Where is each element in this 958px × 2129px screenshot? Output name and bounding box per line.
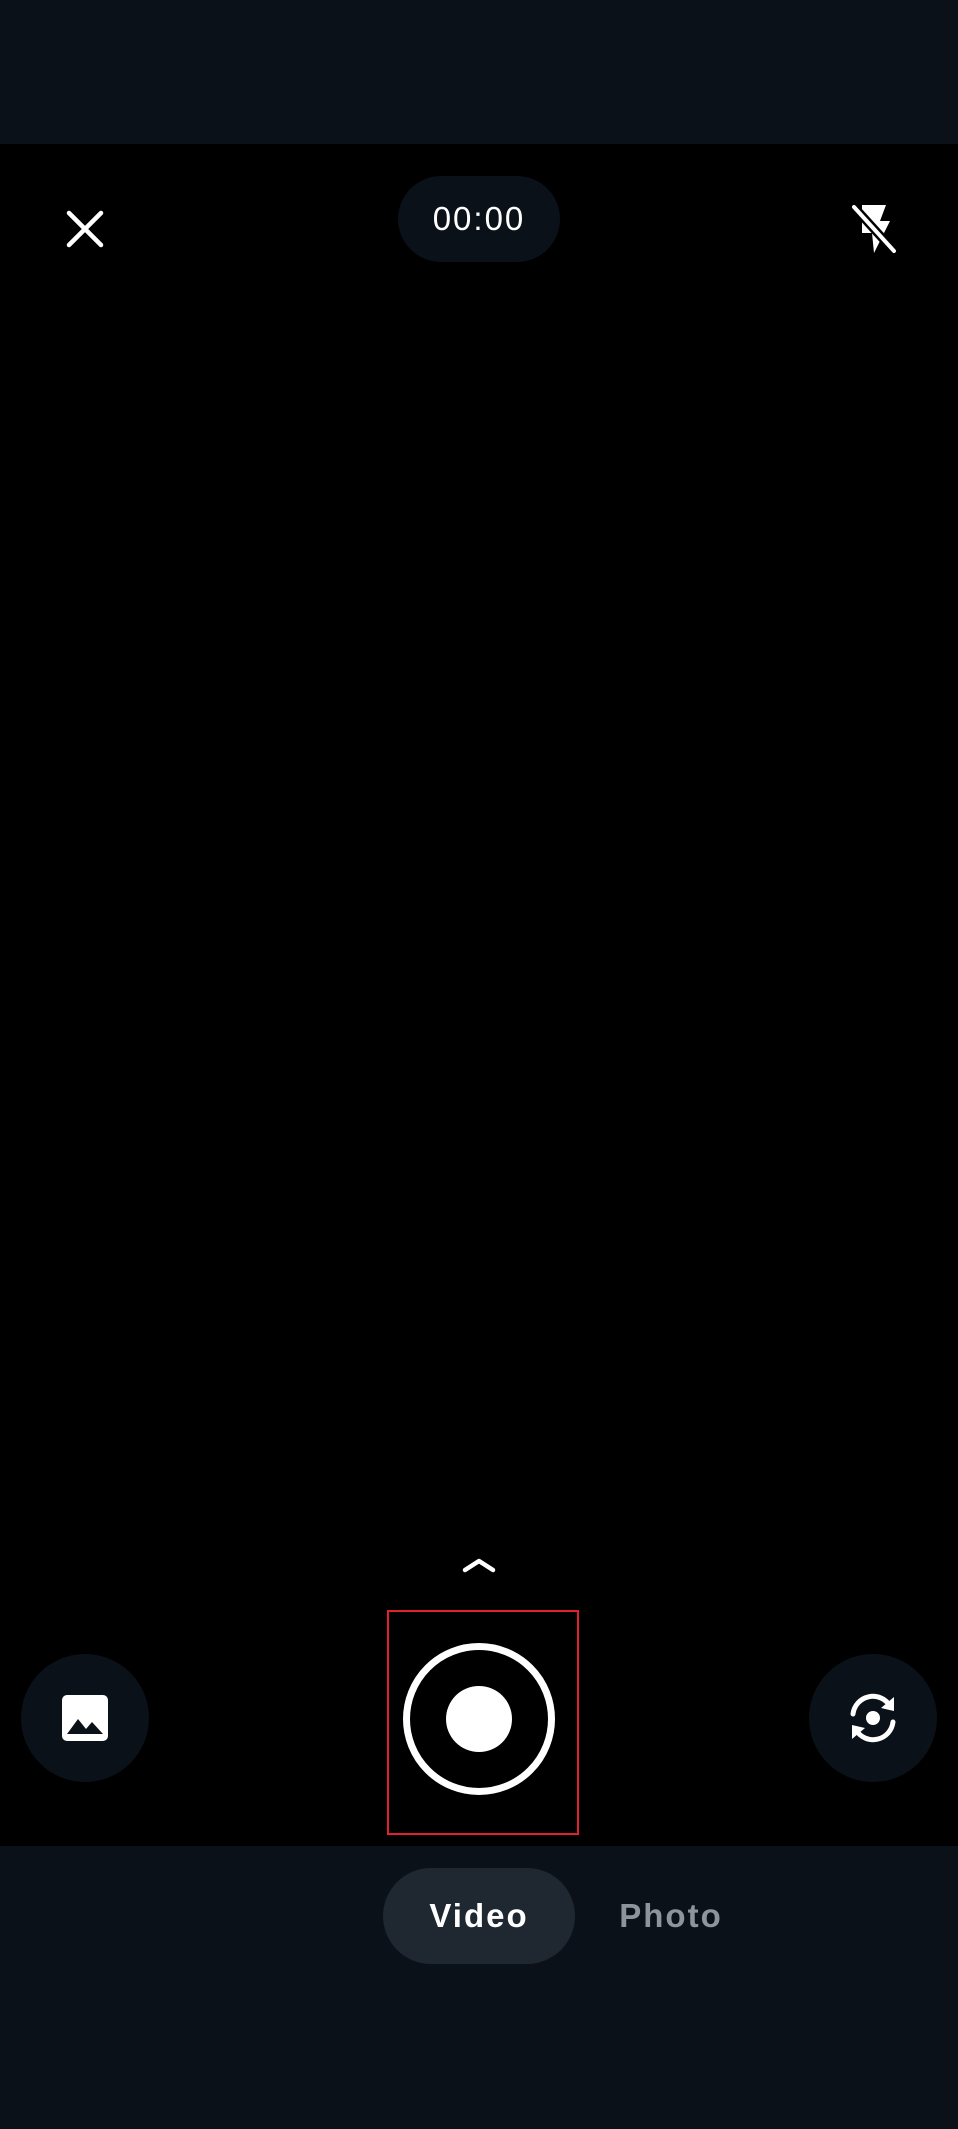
- tab-video[interactable]: Video: [383, 1868, 575, 1964]
- status-bar: [0, 0, 958, 144]
- close-button[interactable]: [45, 189, 125, 269]
- camera-screen: 00:00 Video Photo: [0, 0, 958, 2129]
- flash-toggle-button[interactable]: [834, 189, 914, 269]
- close-icon: [66, 210, 104, 248]
- switch-camera-button[interactable]: [809, 1654, 937, 1782]
- gallery-button[interactable]: [21, 1654, 149, 1782]
- tab-video-label: Video: [429, 1897, 529, 1934]
- expand-options-button[interactable]: [449, 1540, 509, 1590]
- timer-text: 00:00: [432, 200, 526, 237]
- record-icon: [446, 1686, 512, 1752]
- tab-photo[interactable]: Photo: [590, 1868, 752, 1964]
- record-ring: [403, 1643, 555, 1795]
- image-icon: [62, 1695, 108, 1741]
- record-button[interactable]: [397, 1637, 561, 1801]
- chevron-up-icon: [462, 1558, 496, 1573]
- switch-camera-icon: [850, 1693, 896, 1743]
- camera-viewfinder[interactable]: [0, 144, 958, 1846]
- recording-timer: 00:00: [398, 176, 560, 262]
- tab-photo-label: Photo: [619, 1897, 723, 1934]
- flash-off-icon: [850, 203, 898, 255]
